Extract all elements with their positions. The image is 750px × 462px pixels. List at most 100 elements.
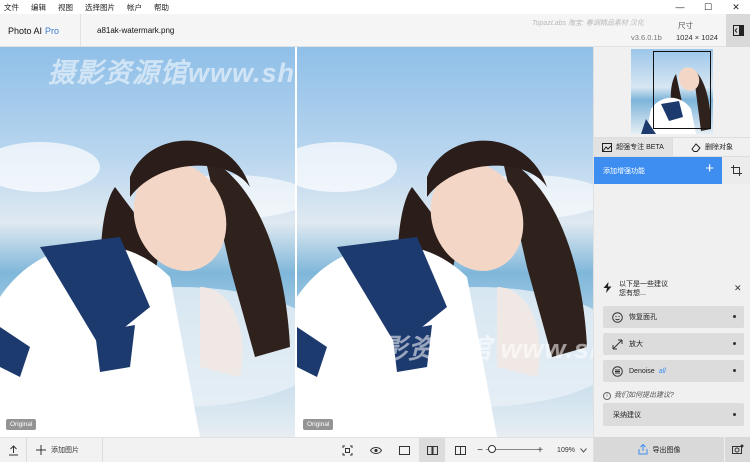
suggestion-status-dot: [733, 342, 736, 345]
toolbar-divider: [26, 438, 27, 462]
suggestion-upscale[interactable]: 放大: [603, 333, 744, 355]
suggestion-help-link[interactable]: i 我们如何提出建议?: [603, 390, 674, 400]
add-enhancement-label: 添加增强功能: [603, 167, 645, 175]
photo-preview: [297, 140, 593, 437]
single-view-icon: [398, 445, 410, 455]
app-version: v3.6.0.1b: [631, 33, 662, 42]
compare-slider-button[interactable]: [448, 438, 472, 462]
export-icon: [638, 444, 647, 455]
suggestions-line-2: 您有想...: [619, 290, 646, 297]
size-value: 1024 × 1024: [676, 33, 718, 42]
file-name: a81ak-watermark.png: [97, 26, 175, 35]
minus-icon: −: [477, 444, 483, 456]
window-controls: — ☐ ✕: [666, 0, 750, 14]
crop-button[interactable]: [722, 157, 750, 184]
zoom-slider-knob[interactable]: [487, 445, 496, 453]
close-window-button[interactable]: ✕: [722, 0, 750, 14]
menu-view[interactable]: 视图: [54, 2, 81, 13]
preview-pane[interactable]: 摄影资源馆 www.sheyin Original: [297, 47, 593, 437]
panel-toggle-button[interactable]: [726, 14, 750, 47]
plus-icon: [36, 445, 46, 455]
crop-icon: [731, 165, 742, 176]
suggestions-title: 以下是一些建议 您有想...: [619, 280, 668, 298]
menu-select-image[interactable]: 选择图片: [81, 2, 123, 13]
zoom-level: 109%: [557, 446, 575, 454]
add-image-button[interactable]: 添加图片: [30, 438, 100, 462]
add-image-label: 添加图片: [51, 447, 79, 454]
menu-bar: 文件 编辑 视图 选择图片 帐户 帮助 — ☐ ✕: [0, 0, 750, 14]
compare-icon: [454, 445, 466, 455]
watermark-text-1: 摄影资源馆www.sheyingzyg.com: [48, 58, 296, 88]
single-view-button[interactable]: [392, 438, 416, 462]
export-settings-button[interactable]: [725, 437, 750, 462]
image-viewer[interactable]: 摄影资源馆www.sheyingzyg.com Original 摄影资源馆 w…: [0, 47, 593, 437]
tab-remove-object-label: 删除对象: [705, 144, 733, 151]
face-icon: [611, 311, 623, 323]
suggestion-help-text: 我们如何提出建议?: [614, 392, 674, 399]
original-label-right: Original: [303, 419, 334, 430]
export-image-label: 导出图像: [652, 446, 681, 454]
viewport-indicator[interactable]: [653, 51, 711, 129]
menu-help[interactable]: 帮助: [150, 2, 177, 13]
tab-super-focus-label: 超强专注 BETA: [616, 144, 664, 151]
menu-account[interactable]: 帐户: [123, 2, 150, 13]
app-header: Photo AI Pro a81ak-watermark.png TopazLab…: [0, 14, 750, 47]
suggestions-line-1: 以下是一些建议: [619, 281, 668, 288]
lightning-icon: [603, 282, 612, 293]
original-pane[interactable]: 摄影资源馆www.sheyingzyg.com Original: [0, 47, 296, 437]
app-brand: Photo AI Pro: [8, 26, 59, 36]
navigator-thumbnail[interactable]: [631, 49, 713, 134]
tab-remove-object[interactable]: 删除对象: [673, 138, 750, 156]
sidebar-toggle-icon: [732, 25, 744, 36]
crop-view-button[interactable]: [336, 438, 358, 462]
suggestion-upscale-label: 放大: [629, 341, 643, 348]
add-enhancement-button[interactable]: 添加增强功能 +: [594, 157, 722, 184]
split-view-icon: [426, 445, 438, 455]
expand-icon: [611, 338, 623, 350]
preview-toggle-button[interactable]: [364, 438, 388, 462]
bottom-toolbar: 添加图片 − + 109%: [0, 437, 593, 462]
side-by-side-button[interactable]: [419, 438, 445, 462]
suggestion-status-dot: [733, 369, 736, 372]
minimize-button[interactable]: —: [666, 0, 694, 14]
toolbar-divider: [102, 438, 103, 462]
zoom-in-button[interactable]: +: [534, 438, 546, 462]
zoom-out-button[interactable]: −: [474, 438, 486, 462]
close-suggestions-icon[interactable]: ✕: [734, 283, 742, 294]
brand-pro-badge: Pro: [45, 26, 60, 36]
plus-zoom-icon: +: [537, 444, 543, 456]
focus-frame-icon: [342, 445, 352, 455]
right-panel: 超强专注 BETA 删除对象 添加增强功能 + 以下是一些建议 您有想... ✕…: [593, 47, 750, 462]
chevron-down-icon: [580, 447, 587, 453]
suggestion-denoise[interactable]: Denoise all: [603, 360, 744, 382]
eye-icon: [370, 446, 382, 454]
maximize-button[interactable]: ☐: [694, 0, 722, 14]
image-icon: [602, 142, 613, 152]
upload-icon: [8, 444, 18, 455]
header-divider: [80, 14, 81, 47]
denoise-badge: all: [658, 367, 666, 375]
brand-name: Photo AI: [8, 26, 43, 36]
accept-status-dot: [733, 413, 736, 416]
accept-suggestions-button[interactable]: 采纳建议: [603, 403, 744, 426]
menu-edit[interactable]: 编辑: [27, 2, 54, 13]
suggestion-denoise-label: Denoise: [629, 367, 655, 375]
enhancement-row: 添加增强功能 +: [594, 157, 750, 184]
size-label: 尺寸: [678, 21, 693, 30]
tab-super-focus[interactable]: 超强专注 BETA: [594, 138, 673, 156]
original-label-left: Original: [6, 419, 37, 430]
photo-original: [0, 140, 296, 437]
accept-suggestions-label: 采纳建议: [613, 411, 641, 419]
info-icon: i: [603, 392, 611, 400]
suggestion-status-dot: [733, 315, 736, 318]
zoom-level-dropdown[interactable]: 109%: [552, 438, 592, 462]
camera-settings-icon: [732, 444, 744, 454]
denoise-icon: [611, 365, 623, 377]
add-plus-icon: +: [705, 160, 714, 177]
menu-file[interactable]: 文件: [0, 2, 27, 13]
upload-button[interactable]: [0, 438, 26, 462]
suggestion-face-recovery[interactable]: 恢复面孔: [603, 306, 744, 328]
watermark-text-2: 摄影资源馆 www.sheyin: [352, 334, 593, 364]
suggestion-face-label: 恢复面孔: [629, 314, 657, 321]
export-image-button[interactable]: 导出图像: [594, 437, 724, 462]
